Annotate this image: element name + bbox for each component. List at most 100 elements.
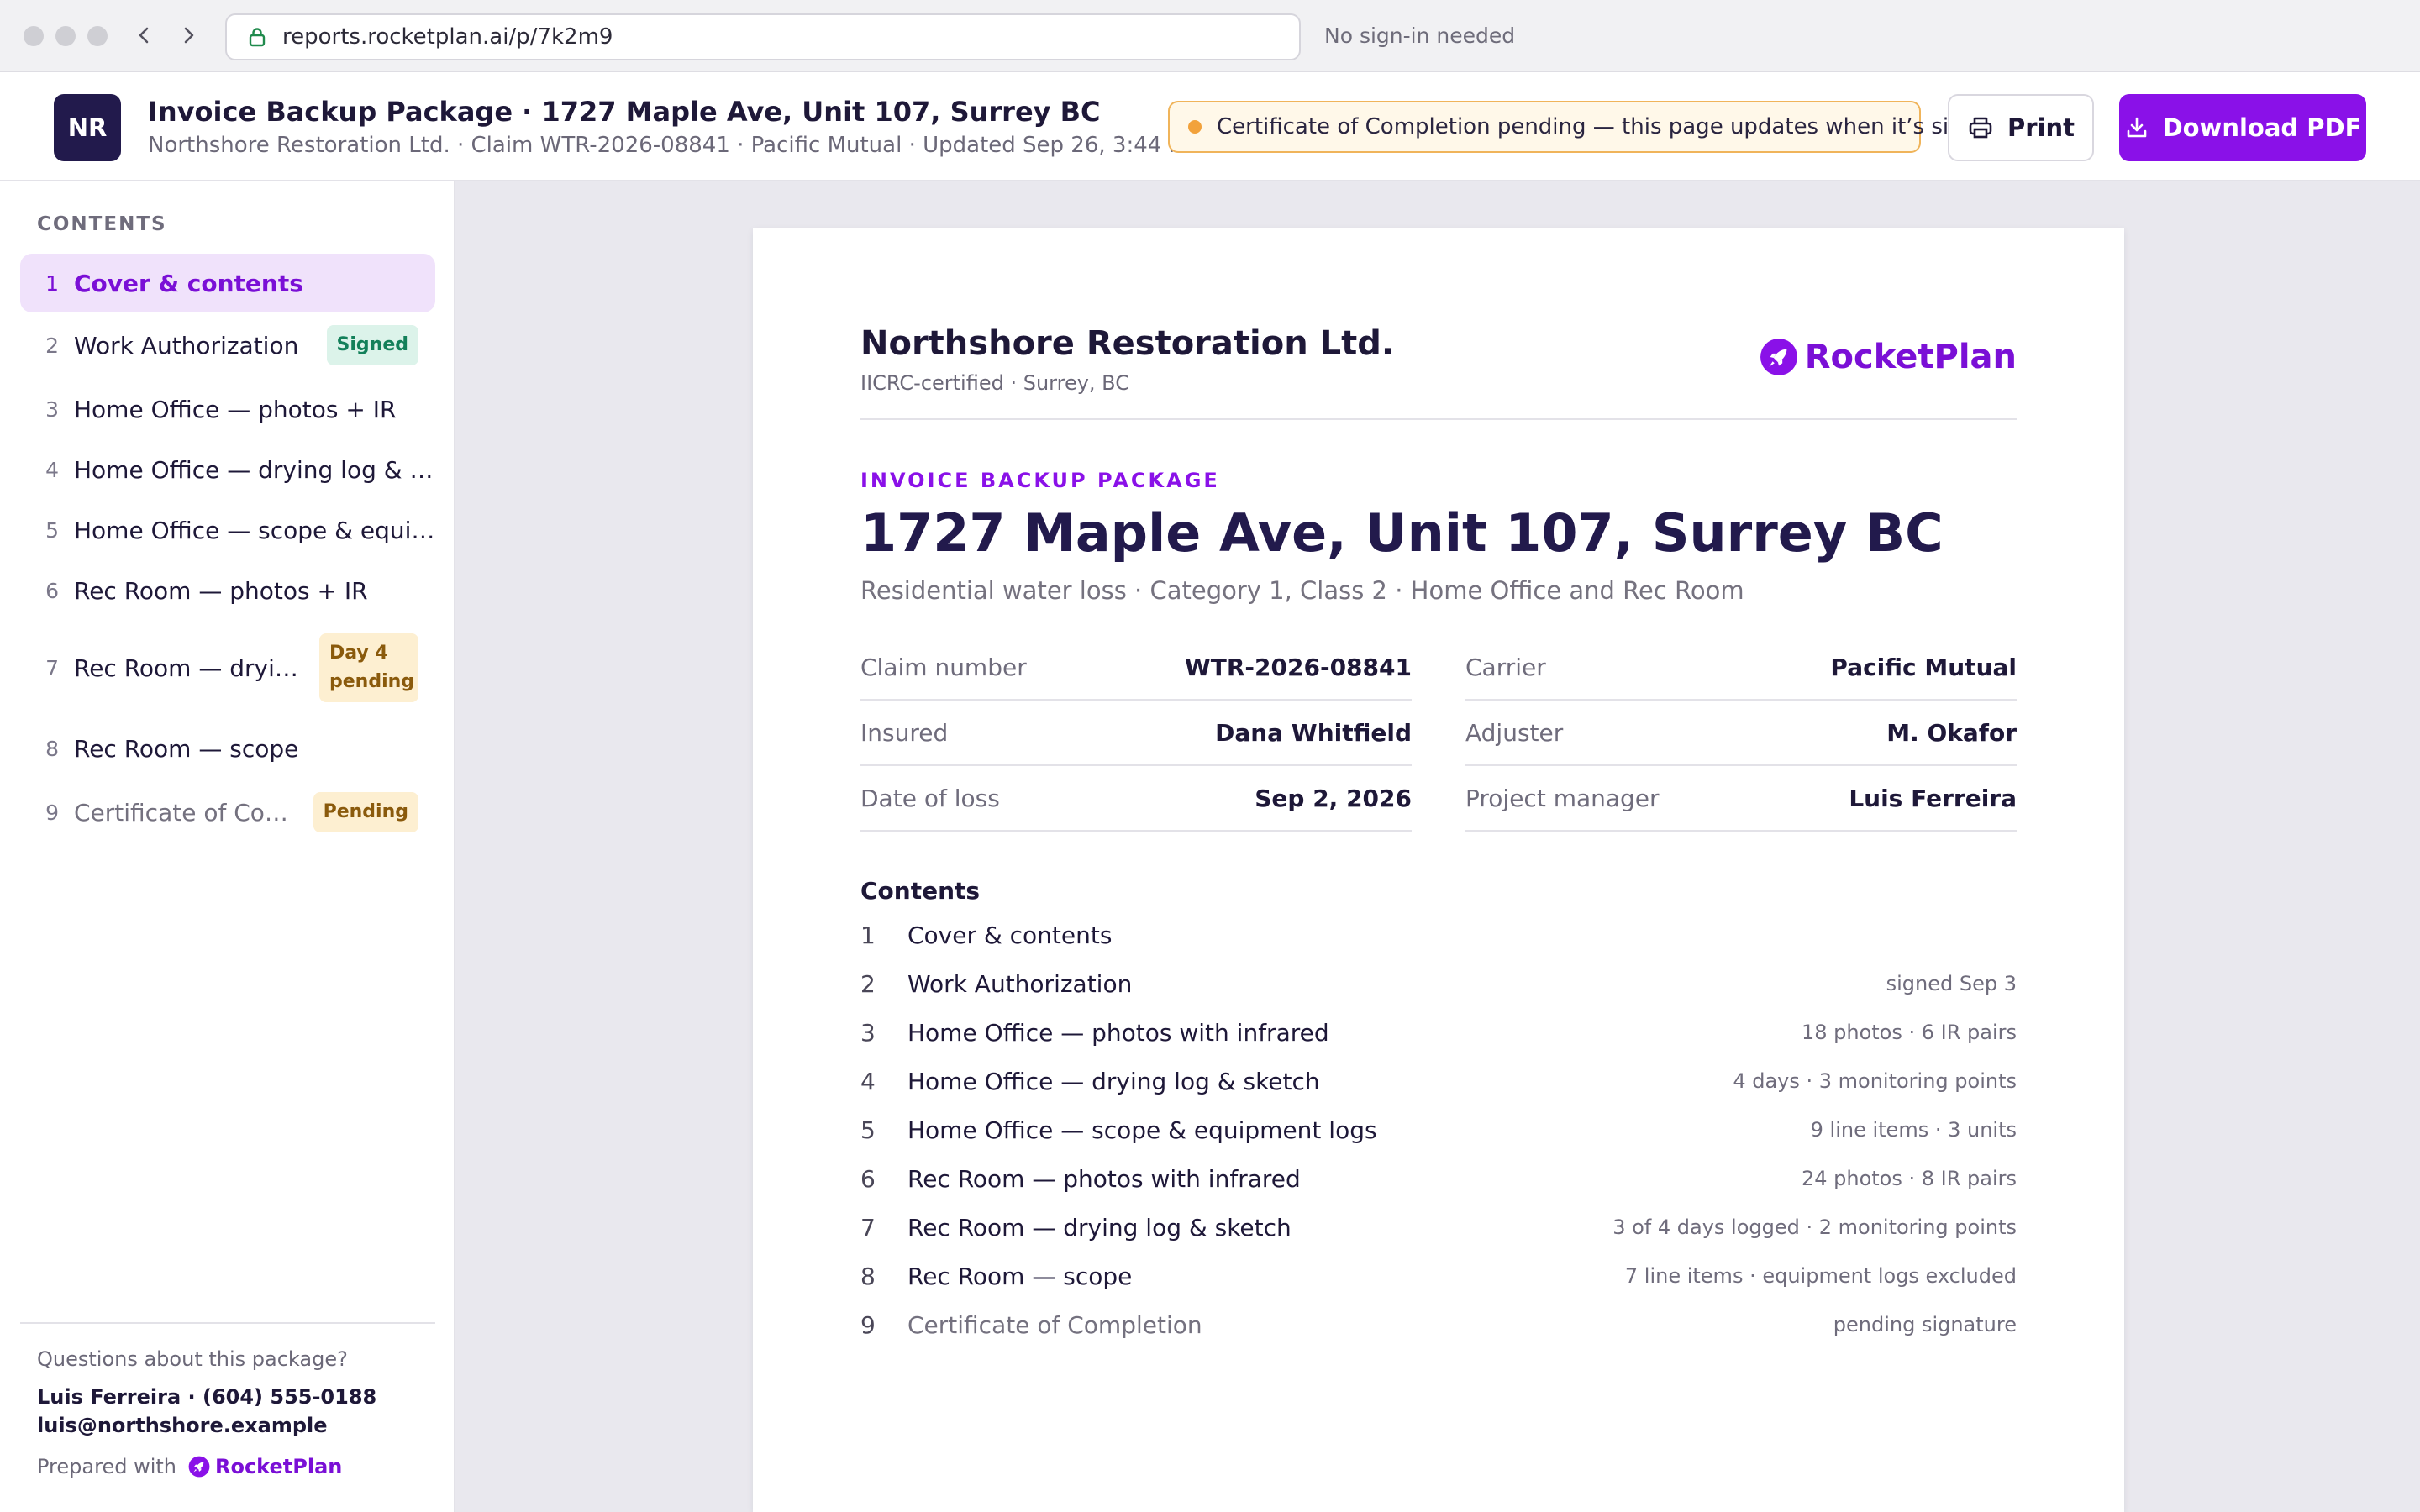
meta-value: M. Okafor [1886, 718, 2017, 747]
contents-item-meta: 24 photos · 8 IR pairs [1801, 1167, 2017, 1190]
property-address: 1727 Maple Ave, Unit 107, Surrey BC [860, 502, 1944, 564]
contents-item-label: Home Office — scope & equipment logs [908, 1116, 1377, 1144]
contents-item[interactable]: 7 Rec Room — drying log & sketch 3 of 4 … [860, 1203, 2017, 1252]
sidebar-item-number: 2 [45, 333, 59, 358]
sidebar-item-number: 7 [45, 655, 59, 680]
prepared-with-label: Prepared with [37, 1455, 176, 1478]
contents-title: Contents [860, 877, 981, 905]
contents-item[interactable]: 4 Home Office — drying log & sketch 4 da… [860, 1057, 2017, 1105]
contact-email-link[interactable]: luis@northshore.example [37, 1411, 376, 1440]
meta-key: Adjuster [1465, 718, 1564, 747]
printer-icon [1969, 117, 1992, 139]
sidebar-item-certificate[interactable]: 9 Certificate of Completion Pending [20, 783, 435, 842]
footer-contact: Luis Ferreira · (604) 555-0188 luis@nort… [37, 1383, 376, 1440]
sidebar-item-work-authorization[interactable]: 2 Work Authorization Signed [20, 316, 435, 375]
status-text: Certificate of Completion pending — this… [1217, 114, 2004, 139]
contents-item-number: 1 [860, 921, 876, 949]
sidebar-item-number: 5 [45, 517, 59, 543]
sign-in-note: No sign-in needed [1324, 24, 1516, 48]
contents-item-number: 4 [860, 1067, 876, 1095]
contents-item-meta: 9 line items · 3 units [1810, 1118, 2017, 1142]
footer-question: Questions about this package? [37, 1347, 348, 1371]
print-button[interactable]: Print [1948, 94, 2094, 161]
download-pdf-label: Download PDF [2162, 113, 2362, 142]
sidebar-item-cover[interactable]: 1 Cover & contents [20, 254, 435, 312]
sidebar-item-number: 4 [45, 457, 59, 482]
sidebar-item-label: Cover & contents [74, 269, 303, 297]
sidebar-item-label: Certificate of Completion [74, 798, 300, 827]
sidebar-item-label: Home Office — scope & equipment logs [74, 516, 435, 544]
contents-item[interactable]: 5 Home Office — scope & equipment logs 9… [860, 1105, 2017, 1154]
meta-row: Date of loss Sep 2, 2026 [860, 766, 1412, 832]
contents-item-label: Certificate of Completion [908, 1310, 1202, 1339]
sidebar-item-rec-room-photos[interactable]: 6 Rec Room — photos + IR [20, 561, 435, 620]
browser-chrome: reports.rocketplan.ai/p/7k2m9 No sign-in… [0, 0, 2420, 72]
meta-key: Insured [860, 718, 949, 747]
sidebar-footer: Questions about this package? Luis Ferre… [20, 1322, 435, 1478]
contents-item[interactable]: 1 Cover & contents [860, 911, 2017, 959]
rocketplan-link[interactable]: RocketPlan [188, 1455, 342, 1478]
contents-item[interactable]: 3 Home Office — photos with infrared 18 … [860, 1008, 2017, 1057]
download-icon [2127, 117, 2146, 138]
contents-item[interactable]: 2 Work Authorization signed Sep 3 [860, 959, 2017, 1008]
sidebar-item-label: Work Authorization [74, 331, 299, 360]
document-page: Northshore Restoration Ltd. IICRC-certif… [753, 228, 2124, 1512]
print-label: Print [2007, 113, 2075, 142]
contents-item-label: Rec Room — photos with infrared [908, 1164, 1301, 1193]
contents-sidebar: CONTENTS 1 Cover & contents 2 Work Autho… [0, 181, 455, 1512]
sidebar-item-home-office-photos[interactable]: 3 Home Office — photos + IR [20, 380, 435, 438]
window-maximize-button[interactable] [87, 26, 108, 46]
back-button[interactable] [128, 18, 161, 52]
sidebar-heading: CONTENTS [37, 213, 167, 235]
contents-item-meta: pending signature [1833, 1313, 2017, 1336]
contents-item-label: Cover & contents [908, 921, 1113, 949]
sidebar-item-label: Rec Room — photos + IR [74, 576, 368, 605]
contents-item-label: Rec Room — scope [908, 1262, 1133, 1290]
meta-key: Project manager [1465, 784, 1660, 812]
window-minimize-button[interactable] [55, 26, 76, 46]
window-close-button[interactable] [24, 26, 44, 46]
chevron-right-icon [184, 27, 194, 44]
meta-row: Insured Dana Whitfield [860, 701, 1412, 766]
contents-item[interactable]: 6 Rec Room — photos with infrared 24 pho… [860, 1154, 2017, 1203]
meta-value: WTR-2026-08841 [1184, 653, 1412, 681]
meta-row: Claim number WTR-2026-08841 [860, 635, 1412, 701]
sidebar-item-label: Home Office — photos + IR [74, 395, 397, 423]
forward-button[interactable] [171, 18, 205, 52]
meta-row: Project manager Luis Ferreira [1465, 766, 2017, 832]
contents-item-meta: signed Sep 3 [1886, 972, 2017, 995]
day-pending-badge: Day 4 pending [319, 633, 418, 703]
meta-key: Carrier [1465, 653, 1546, 681]
sidebar-item-number: 3 [45, 396, 59, 422]
download-pdf-button[interactable]: Download PDF [2119, 94, 2366, 161]
meta-value: Dana Whitfield [1215, 718, 1412, 747]
rocket-icon [1760, 339, 1797, 375]
contents-item-meta: 7 line items · equipment logs excluded [1624, 1264, 2017, 1288]
sidebar-item-home-office-scope[interactable]: 5 Home Office — scope & equipment logs [20, 501, 435, 559]
contents-item-number: 3 [860, 1018, 876, 1047]
contents-item-meta: 3 of 4 days logged · 2 monitoring points [1612, 1215, 2017, 1239]
sidebar-item-number: 8 [45, 736, 59, 761]
sidebar-item-label: Home Office — drying log & sketch [74, 455, 435, 484]
sidebar-item-number: 9 [45, 800, 59, 825]
lock-icon [249, 28, 266, 47]
contents-item-number: 9 [860, 1310, 876, 1339]
contact-phone-line[interactable]: Luis Ferreira · (604) 555-0188 [37, 1383, 376, 1411]
address-bar[interactable]: reports.rocketplan.ai/p/7k2m9 [225, 13, 1301, 60]
sidebar-item-rec-room-scope[interactable]: 8 Rec Room — scope [20, 719, 435, 778]
rocketplan-label: RocketPlan [214, 1455, 343, 1478]
sidebar-item-number: 6 [45, 578, 59, 603]
sidebar-item-rec-room-drying-log[interactable]: 7 Rec Room — drying log & sketch Day 4 p… [20, 627, 435, 709]
contents-item[interactable]: 9 Certificate of Completion pending sign… [860, 1300, 2017, 1349]
contents-item-number: 7 [860, 1213, 876, 1242]
contents-item-number: 5 [860, 1116, 876, 1144]
contents-item-number: 2 [860, 969, 876, 998]
status-banner: Certificate of Completion pending — this… [1168, 101, 2004, 153]
contents-item[interactable]: 8 Rec Room — scope 7 line items · equipm… [860, 1252, 2017, 1300]
contents-item-label: Home Office — photos with infrared [908, 1018, 1329, 1047]
company-logo: NR [54, 94, 121, 161]
document-eyebrow: INVOICE BACKUP PACKAGE [860, 469, 1220, 492]
sidebar-item-home-office-drying-log[interactable]: 4 Home Office — drying log & sketch [20, 440, 435, 499]
contents-item-number: 8 [860, 1262, 876, 1290]
meta-value: Sep 2, 2026 [1255, 784, 1412, 812]
